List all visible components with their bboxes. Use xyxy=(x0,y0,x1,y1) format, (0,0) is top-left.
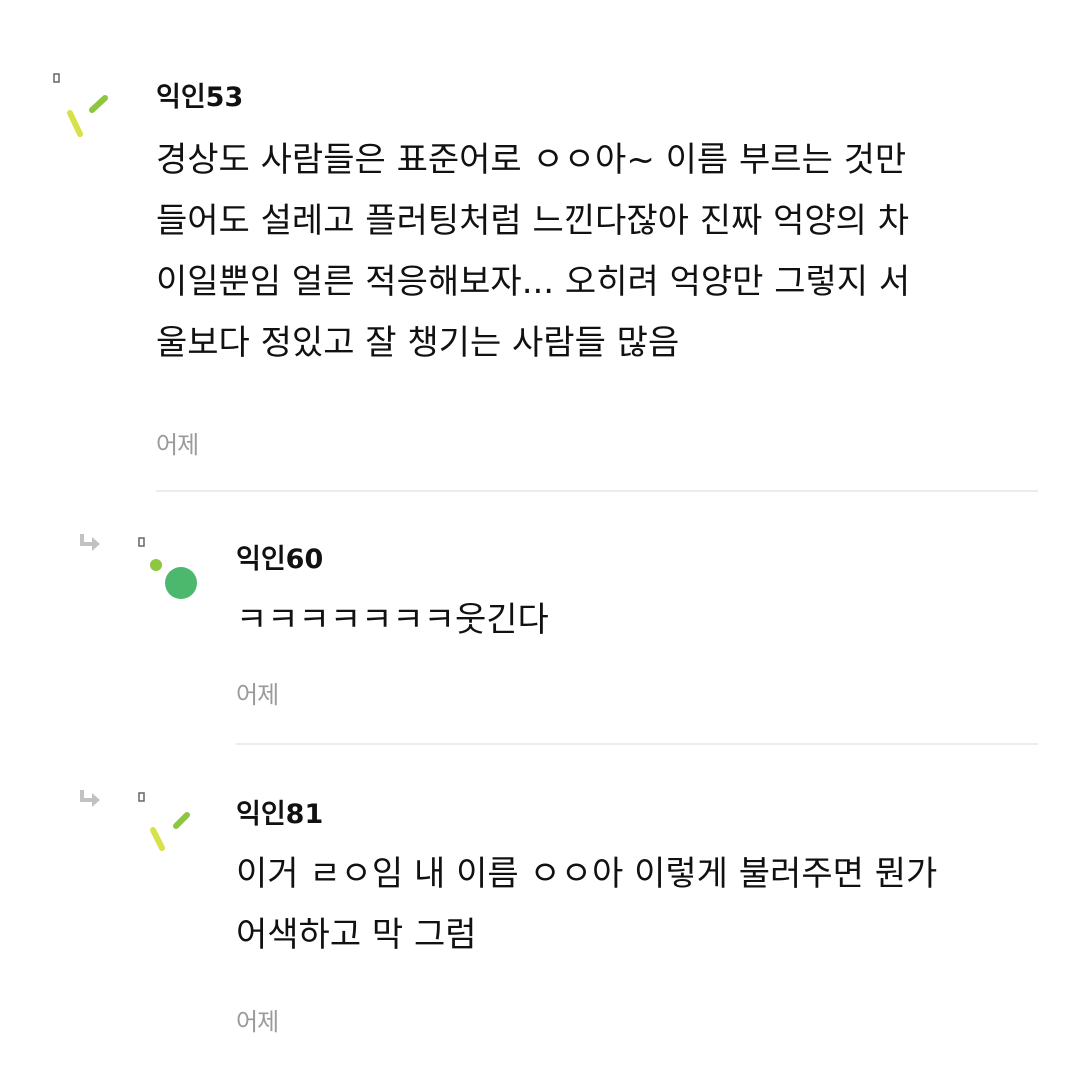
comment-body: ㅋㅋㅋㅋㅋㅋㅋ웃긴다 xyxy=(236,600,549,640)
comment-item: 익인53 경상도 사람들은 표준어로 ㅇㅇ아~ 이름 부르는 것만 들어도 설레… xyxy=(0,0,1080,495)
green-sprinkle-avatar-icon[interactable] xyxy=(50,68,120,148)
comment-author[interactable]: 익인60 xyxy=(236,537,323,576)
green-sprinkle-avatar-icon[interactable] xyxy=(135,790,205,860)
reply-item: 익인81 이거 ㄹㅇ임 내 이름 ㅇㅇ아 이렇게 불러주면 뭔가 어색하고 막 … xyxy=(0,750,1080,1080)
reply-item: 익인60 ㅋㅋㅋㅋㅋㅋㅋ웃긴다 어제 xyxy=(0,495,1080,750)
comment-timestamp: 어제 xyxy=(156,431,199,459)
reply-arrow-icon xyxy=(80,790,100,807)
comment-divider xyxy=(236,743,1038,745)
comment-body: 경상도 사람들은 표준어로 ㅇㅇ아~ 이름 부르는 것만 들어도 설레고 플러팅… xyxy=(156,140,911,363)
green-dot-avatar-icon[interactable] xyxy=(135,535,205,607)
comment-author[interactable]: 익인81 xyxy=(236,792,323,831)
comment-timestamp: 어제 xyxy=(236,1008,279,1036)
comment-divider xyxy=(156,490,1038,492)
comment-author[interactable]: 익인53 xyxy=(156,75,243,114)
comment-body: 이거 ㄹㅇ임 내 이름 ㅇㅇ아 이렇게 불러주면 뭔가 어색하고 막 그럼 xyxy=(236,854,938,955)
comment-timestamp: 어제 xyxy=(236,681,279,709)
reply-arrow-icon xyxy=(80,534,100,551)
